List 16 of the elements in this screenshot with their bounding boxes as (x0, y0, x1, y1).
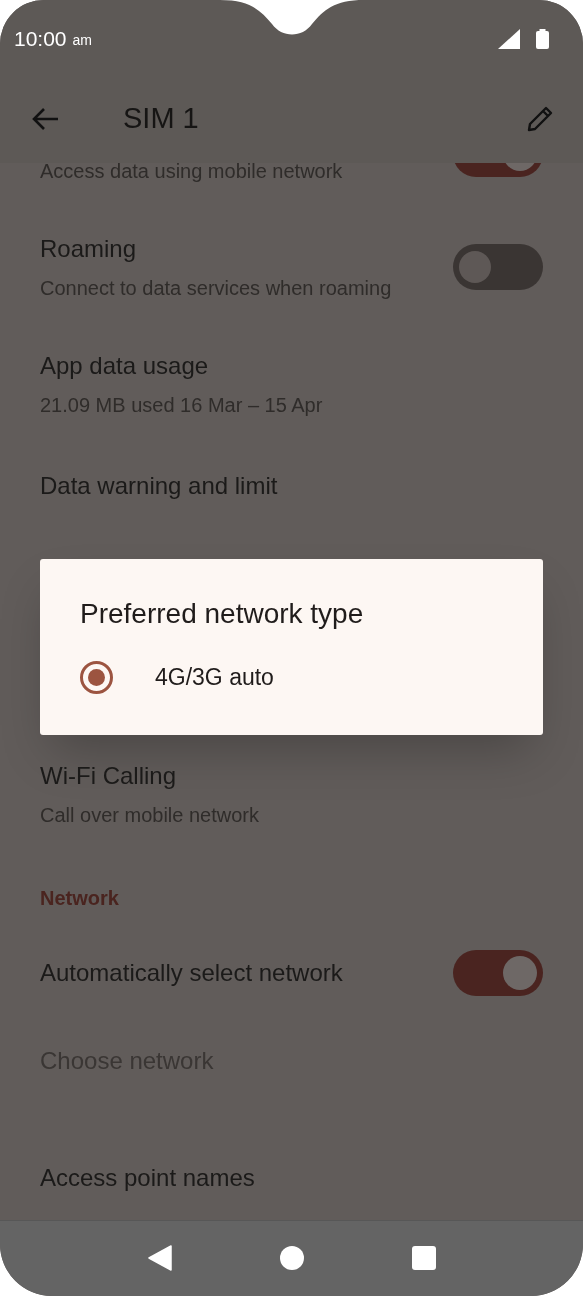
setting-title: Roaming (40, 233, 138, 264)
settings-row[interactable]: Data warning and limit (0, 442, 583, 530)
setting-title: Access point names (40, 1163, 256, 1193)
setting-title: Data warning and limit (40, 471, 279, 501)
settings-row[interactable]: Access point names (0, 1105, 583, 1220)
dialog-title: Preferred network type (80, 597, 365, 631)
setting-title: Wi-Fi Calling (40, 760, 177, 791)
setting-title: Automatically select network (40, 958, 344, 988)
screen-title: SIM 1 (123, 101, 199, 137)
setting-title: App data usage (40, 350, 210, 381)
option-label: 4G/3G auto (155, 662, 274, 692)
status-time: 10:00 (14, 25, 67, 52)
settings-row[interactable]: Automatically select network (0, 929, 583, 1017)
section-header: Network (40, 886, 119, 911)
radio-option[interactable]: 4G/3G auto (80, 657, 503, 697)
status-time-suffix: am (72, 30, 92, 50)
